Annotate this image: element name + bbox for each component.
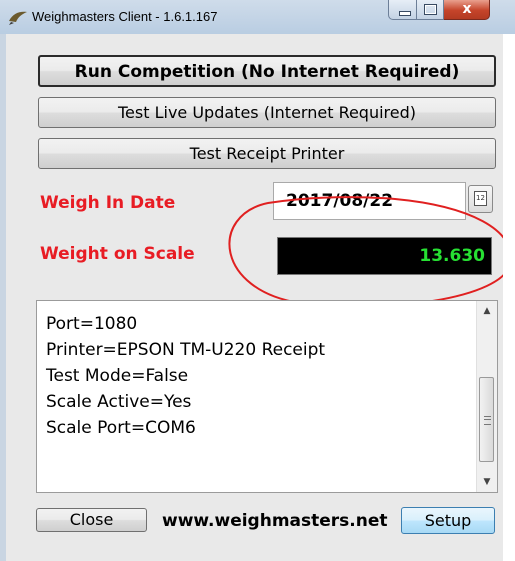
- window-left-border: [0, 34, 6, 561]
- log-line: Printer=EPSON TM-U220 Receipt: [46, 340, 326, 360]
- grip-icon: [484, 416, 491, 425]
- minimize-button[interactable]: [388, 0, 417, 20]
- website-label: www.weighmasters.net: [162, 511, 388, 531]
- close-window-button[interactable]: x: [444, 0, 490, 20]
- close-icon: x: [462, 1, 472, 17]
- weight-on-scale-value: 13.630: [419, 246, 485, 266]
- close-button[interactable]: Close: [36, 508, 147, 532]
- test-receipt-printer-button[interactable]: Test Receipt Printer: [38, 138, 496, 169]
- date-picker-button[interactable]: 12: [468, 185, 493, 213]
- scroll-up-arrow-icon[interactable]: ▲: [477, 302, 497, 320]
- scroll-down-arrow-icon[interactable]: ▼: [477, 473, 497, 491]
- title-bar[interactable]: Weighmasters Client - 1.6.1.167 x: [0, 0, 515, 34]
- weigh-in-date-value: 2017/08/22: [286, 191, 394, 211]
- maximize-icon: [424, 4, 437, 15]
- fish-icon: [9, 11, 27, 25]
- minimize-icon: [399, 11, 411, 16]
- app-window: Weighmasters Client - 1.6.1.167 x Run Co…: [0, 0, 515, 561]
- weigh-in-date-field[interactable]: 2017/08/22: [273, 182, 466, 220]
- weight-on-scale-display: 13.630: [277, 237, 492, 275]
- window-title: Weighmasters Client - 1.6.1.167: [32, 9, 218, 24]
- log-lines: Port=1080 Printer=EPSON TM-U220 Receipt …: [46, 311, 325, 441]
- log-line: Scale Active=Yes: [46, 392, 192, 412]
- scrollbar-thumb[interactable]: [479, 377, 494, 462]
- log-line: Scale Port=COM6: [46, 418, 196, 438]
- setup-button[interactable]: Setup: [401, 507, 495, 534]
- vertical-scrollbar[interactable]: ▲ ▼: [476, 301, 497, 492]
- weight-on-scale-label: Weight on Scale: [40, 244, 195, 264]
- page-background-right: [503, 34, 515, 561]
- window-controls: x: [388, 0, 490, 22]
- maximize-button[interactable]: [417, 0, 444, 20]
- calendar-icon: 12: [474, 191, 487, 206]
- run-competition-button[interactable]: Run Competition (No Internet Required): [38, 55, 496, 87]
- test-live-updates-button[interactable]: Test Live Updates (Internet Required): [38, 97, 496, 128]
- log-line: Port=1080: [46, 314, 138, 334]
- log-line: Test Mode=False: [46, 366, 189, 386]
- weigh-in-date-label: Weigh In Date: [40, 193, 176, 213]
- status-log[interactable]: Port=1080 Printer=EPSON TM-U220 Receipt …: [36, 300, 498, 493]
